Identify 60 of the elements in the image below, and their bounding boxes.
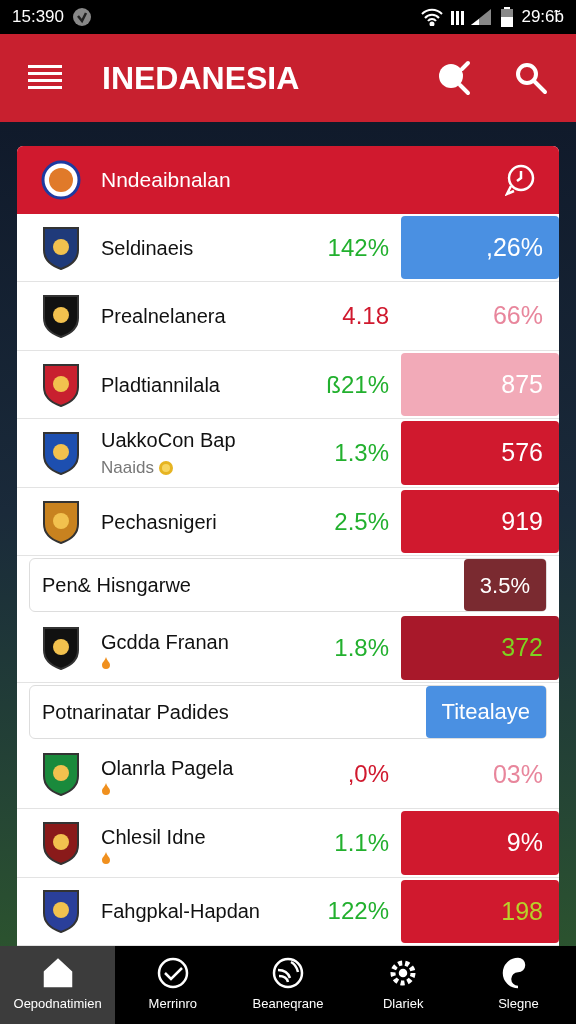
- team-name: Chlesil Idne: [101, 824, 207, 850]
- value-text: ,26%: [486, 232, 543, 263]
- percentage: 4.18: [342, 301, 390, 332]
- nav-tab[interactable]: Oepodnatimien: [0, 946, 116, 1024]
- section-tag: 3.5%: [463, 559, 546, 612]
- drop-icon: [101, 783, 111, 796]
- value-text: 03%: [492, 758, 543, 790]
- team-name: Gcdda Franan: [101, 629, 230, 655]
- value-text: 576: [501, 437, 543, 469]
- notification-icon: [72, 7, 92, 27]
- percentage: ß21%: [326, 369, 390, 400]
- percentage: 1.8%: [334, 632, 390, 663]
- section-tag: Titealaye: [425, 685, 546, 738]
- team-row[interactable]: Chlesil Idne 1.1% 9%: [17, 809, 559, 878]
- team-name: Olanrla Pagela: [101, 756, 235, 782]
- status-clock: 29:6̃b: [521, 6, 564, 29]
- battery-icon: [501, 7, 514, 27]
- percentage: 122%: [327, 896, 390, 927]
- value-text: 919: [501, 505, 543, 537]
- team-row[interactable]: Fahgpkal-Hapdan 122% 198: [17, 877, 559, 946]
- team-subtitle: Naaids: [101, 457, 154, 480]
- status-time: 15:390: [12, 6, 64, 29]
- percentage: ,0%: [347, 759, 390, 790]
- card-title: Nndeaibnalan: [101, 167, 232, 194]
- percentage: 1.1%: [334, 827, 390, 858]
- team-row[interactable]: Pladtiannilala ß21% 875: [17, 350, 559, 420]
- value-text: 9%: [506, 827, 543, 859]
- section-title: Pen& Hisngarwe: [41, 573, 192, 599]
- team-row[interactable]: Seldinaeis 142% ,26%: [17, 214, 559, 283]
- section-title: Potnarinatar Padides: [41, 699, 230, 725]
- coin-icon: [157, 460, 174, 477]
- value-text: 198: [501, 895, 543, 927]
- percentage: 142%: [327, 232, 390, 263]
- team-name: Fahgpkal-Hapdan: [101, 899, 261, 925]
- wifi-icon: [421, 8, 444, 26]
- team-name: Prealnelanera: [101, 304, 227, 330]
- team-name: Pladtiannilala: [101, 372, 221, 398]
- team-row[interactable]: Olanrla Pagela ,0% 03%: [17, 740, 559, 810]
- check-circle-icon: [155, 956, 190, 991]
- team-row[interactable]: UakkoCon Bap Naaids 1.3% 576: [17, 419, 559, 488]
- value-text: 875: [501, 368, 543, 400]
- app-title: INEDANESIA: [102, 59, 301, 98]
- team-name: UakkoCon Bap: [101, 428, 237, 454]
- signal-icon: [451, 8, 494, 26]
- search-icon[interactable]: [514, 61, 548, 95]
- drop-icon: [101, 851, 111, 864]
- drop-icon: [101, 656, 111, 669]
- menu-icon[interactable]: [28, 65, 62, 91]
- percentage: 1.3%: [334, 438, 390, 469]
- ball-icon: [271, 956, 305, 991]
- value-text: 66%: [492, 300, 543, 332]
- clock-icon[interactable]: [505, 164, 535, 196]
- team-row[interactable]: Prealnelanera 4.18 66%: [17, 282, 559, 351]
- team-name: Pechasnigeri: [101, 509, 218, 535]
- percentage: 2.5%: [334, 506, 390, 537]
- team-name: Seldinaeis: [101, 235, 195, 261]
- league-logo-icon: [41, 160, 81, 200]
- team-row[interactable]: Gcdda Franan 1.8% 372: [17, 614, 559, 683]
- team-row[interactable]: Pechasnigeri 2.5% 919: [17, 487, 559, 557]
- value-text: 372: [501, 632, 543, 664]
